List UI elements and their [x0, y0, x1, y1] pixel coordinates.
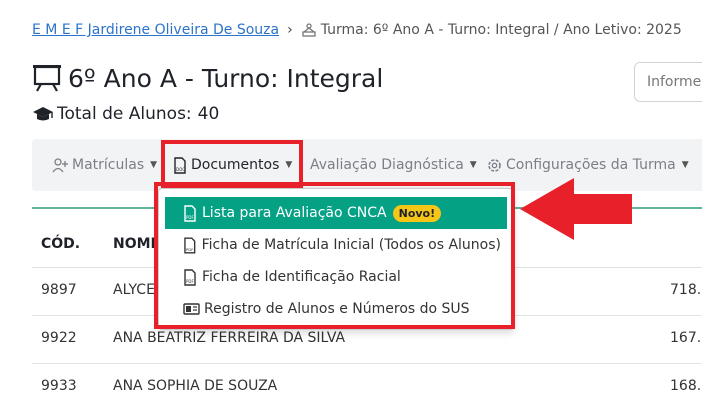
- total-value: 40: [197, 104, 220, 124]
- matriculas-menu[interactable]: Matrículas ▼: [52, 139, 157, 191]
- cell-extra: 168.0: [670, 378, 702, 394]
- annotation-highlight-dropdown: [154, 182, 515, 329]
- annotation-arrow-icon: [520, 178, 632, 240]
- matriculas-label: Matrículas: [72, 157, 145, 173]
- breadcrumb-current-label: Turma: 6º Ano A - Turno: Integral / Ano …: [320, 22, 682, 38]
- table-row[interactable]: 9933 ANA SOPHIA DE SOUZA 168.0: [32, 364, 702, 408]
- chevron-down-icon: ▼: [469, 160, 477, 170]
- column-header-cod: CÓD.: [41, 236, 81, 252]
- user-plus-icon: [52, 157, 68, 172]
- page-title-text: 6º Ano A - Turno: Integral: [68, 63, 384, 93]
- configuracoes-label: Configurações da Turma: [506, 157, 676, 173]
- breadcrumb: E M E F Jardirene Oliveira De Souza › Tu…: [32, 20, 682, 40]
- cell-nome: ANA BEATRIZ FERREIRA DA SILVA: [113, 330, 346, 346]
- classroom-icon: [302, 22, 316, 37]
- graduation-cap-icon: [33, 107, 53, 121]
- cell-cod: 9933: [41, 378, 77, 394]
- total-students: Total de Alunos: 40: [32, 103, 219, 125]
- cell-cod: 9897: [41, 282, 77, 298]
- breadcrumb-separator: ›: [287, 22, 293, 38]
- chevron-down-icon: ▼: [681, 160, 689, 170]
- annotation-highlight-documentos: [161, 140, 303, 188]
- search-input[interactable]: Informe: [634, 62, 702, 102]
- breadcrumb-school-link[interactable]: E M E F Jardirene Oliveira De Souza: [32, 22, 279, 38]
- total-label: Total de Alunos:: [57, 104, 192, 124]
- chevron-down-icon: ▼: [150, 160, 158, 170]
- gear-icon: [488, 158, 501, 172]
- breadcrumb-current: Turma: 6º Ano A - Turno: Integral / Ano …: [301, 22, 682, 38]
- search-placeholder: Informe: [647, 74, 702, 90]
- cell-cod: 9922: [41, 330, 77, 346]
- cell-extra: 718.9: [670, 282, 702, 298]
- avaliacao-label: Avaliação Diagnóstica: [310, 157, 464, 173]
- page-title: 6º Ano A - Turno: Integral: [32, 60, 383, 96]
- chalkboard-teacher-icon: [33, 65, 61, 92]
- cell-extra: 167.: [670, 330, 702, 346]
- cell-nome: ANA SOPHIA DE SOUZA: [113, 378, 278, 394]
